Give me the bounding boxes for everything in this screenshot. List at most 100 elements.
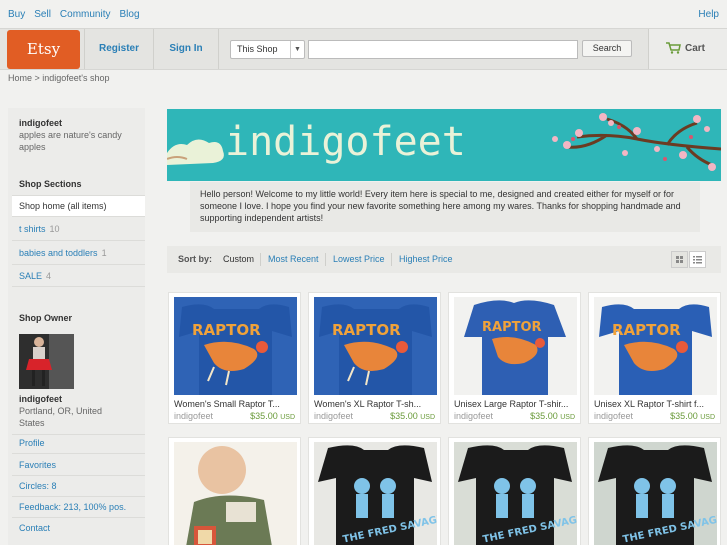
price-amount: $35.00 — [530, 411, 558, 421]
shop-owner-heading: Shop Owner — [19, 313, 73, 323]
listing-image[interactable]: THE FRED SAVAGES — [594, 442, 717, 545]
shop-banner: indigofeet — [167, 109, 721, 181]
listing-seller[interactable]: indigofeet — [454, 411, 493, 421]
listing-title[interactable]: Women's Small Raptor T... — [174, 399, 297, 409]
divider — [260, 253, 261, 266]
list-icon — [693, 256, 702, 264]
chevron-down-icon: ▼ — [290, 41, 304, 58]
owner-feedback-link[interactable]: Feedback: 213, 100% pos. — [19, 502, 126, 512]
price-currency: USD — [560, 414, 575, 421]
listing-image[interactable]: THE FRED SAVAGES — [454, 442, 577, 545]
search-input[interactable] — [308, 40, 578, 59]
owner-avatar[interactable] — [19, 334, 74, 389]
listing-price: $35.00 USD — [530, 411, 575, 421]
section-label: SALE — [19, 271, 43, 281]
section-shop-home[interactable]: Shop home (all items) — [12, 196, 145, 216]
listing-image[interactable]: RAPTOR — [174, 297, 297, 395]
sort-bar: Sort by: Custom Most Recent Lowest Price… — [167, 246, 721, 273]
listing-card[interactable]: RAPTOR Women's Small Raptor T... indigof… — [168, 292, 301, 424]
svg-text:RAPTOR: RAPTOR — [192, 321, 261, 339]
header-bar: Etsy Register Sign In This Shop ▼ Search… — [0, 28, 727, 70]
listing-image[interactable] — [174, 442, 297, 545]
svg-text:RAPTOR: RAPTOR — [482, 320, 542, 335]
cart-label: Cart — [685, 43, 706, 54]
shop-sections-heading: Shop Sections — [19, 179, 82, 189]
divider — [12, 496, 145, 497]
etsy-logo[interactable]: Etsy — [7, 30, 80, 69]
section-count: 4 — [46, 271, 52, 281]
listing-title[interactable]: Women's XL Raptor T-sh... — [314, 399, 437, 409]
owner-contact-link[interactable]: Contact — [19, 523, 50, 533]
listing-card[interactable]: THE FRED SAVAGES — [308, 437, 441, 545]
section-label: babies and toddlers — [19, 248, 98, 258]
listing-seller[interactable]: indigofeet — [594, 411, 633, 421]
shop-sidebar: indigofeet apples are nature's candy app… — [8, 108, 145, 545]
price-currency: USD — [280, 414, 295, 421]
listing-price: $35.00 USD — [670, 411, 715, 421]
register-button[interactable]: Register — [85, 29, 153, 69]
listing-image[interactable]: RAPTOR — [314, 297, 437, 395]
top-nav: Buy Sell Community Blog Help — [0, 0, 727, 28]
listing-image[interactable]: RAPTOR — [594, 297, 717, 395]
search-scope-value: This Shop — [237, 44, 278, 54]
svg-text:RAPTOR: RAPTOR — [332, 321, 401, 339]
nav-community-link[interactable]: Community — [60, 9, 111, 20]
sort-option-highest-price[interactable]: Highest Price — [399, 254, 453, 264]
owner-profile-link[interactable]: Profile — [19, 438, 45, 448]
svg-text:RAPTOR: RAPTOR — [612, 321, 681, 339]
search-scope-select[interactable]: This Shop ▼ — [230, 40, 305, 59]
sort-option-custom[interactable]: Custom — [223, 254, 254, 264]
listing-seller[interactable]: indigofeet — [174, 411, 213, 421]
price-currency: USD — [420, 414, 435, 421]
divider — [12, 517, 145, 518]
section-t-shirts[interactable]: t shirts 10 — [19, 224, 60, 234]
listing-price: $35.00 USD — [390, 411, 435, 421]
nav-sell-link[interactable]: Sell — [34, 9, 51, 20]
shop-announcement: Hello person! Welcome to my little world… — [190, 182, 700, 232]
cart-button[interactable]: Cart — [648, 29, 727, 69]
section-count: 1 — [101, 248, 107, 258]
sort-option-lowest-price[interactable]: Lowest Price — [333, 254, 385, 264]
listing-title[interactable]: Unisex XL Raptor T-shirt f... — [594, 399, 717, 409]
cart-icon — [666, 42, 681, 55]
nav-blog-link[interactable]: Blog — [120, 9, 140, 20]
owner-name-link[interactable]: indigofeet — [19, 394, 62, 404]
divider — [12, 240, 145, 241]
section-babies-and-toddlers[interactable]: babies and toddlers 1 — [19, 248, 107, 258]
section-count: 10 — [49, 224, 60, 234]
listing-image[interactable]: RAPTOR — [454, 297, 577, 395]
help-link[interactable]: Help — [698, 9, 719, 20]
divider — [12, 264, 145, 265]
owner-location: Portland, OR, United States — [19, 406, 103, 428]
section-sale[interactable]: SALE 4 — [19, 271, 51, 281]
listing-card[interactable]: RAPTOR Unisex XL Raptor T-shirt f... ind… — [588, 292, 721, 424]
listing-title[interactable]: Unisex Large Raptor T-shir... — [454, 399, 577, 409]
divider — [12, 475, 145, 476]
divider — [12, 434, 145, 435]
list-view-button[interactable] — [689, 251, 706, 268]
grid-view-button[interactable] — [671, 251, 688, 268]
search-button[interactable]: Search — [582, 40, 632, 57]
sort-option-most-recent[interactable]: Most Recent — [268, 254, 319, 264]
price-currency: USD — [700, 414, 715, 421]
listing-card[interactable] — [168, 437, 301, 545]
grid-icon — [676, 256, 683, 263]
listing-seller[interactable]: indigofeet — [314, 411, 353, 421]
listing-card[interactable]: THE FRED SAVAGES — [588, 437, 721, 545]
nav-buy-link[interactable]: Buy — [8, 9, 25, 20]
listing-card[interactable]: THE FRED SAVAGES — [448, 437, 581, 545]
owner-favorites-link[interactable]: Favorites — [19, 460, 56, 470]
listing-card[interactable]: RAPTOR Unisex Large Raptor T-shir... ind… — [448, 292, 581, 424]
sign-in-button[interactable]: Sign In — [154, 29, 218, 69]
divider — [12, 216, 145, 217]
price-amount: $35.00 — [250, 411, 278, 421]
owner-circles-link[interactable]: Circles: 8 — [19, 481, 57, 491]
banner-title: indigofeet — [225, 119, 466, 165]
divider — [12, 453, 145, 454]
listing-image[interactable]: THE FRED SAVAGES — [314, 442, 437, 545]
shop-tagline: apples are nature's candy apples — [19, 130, 122, 152]
listing-card[interactable]: RAPTOR Women's XL Raptor T-sh... indigof… — [308, 292, 441, 424]
price-amount: $35.00 — [670, 411, 698, 421]
divider — [218, 29, 219, 69]
shop-name[interactable]: indigofeet — [19, 118, 62, 128]
